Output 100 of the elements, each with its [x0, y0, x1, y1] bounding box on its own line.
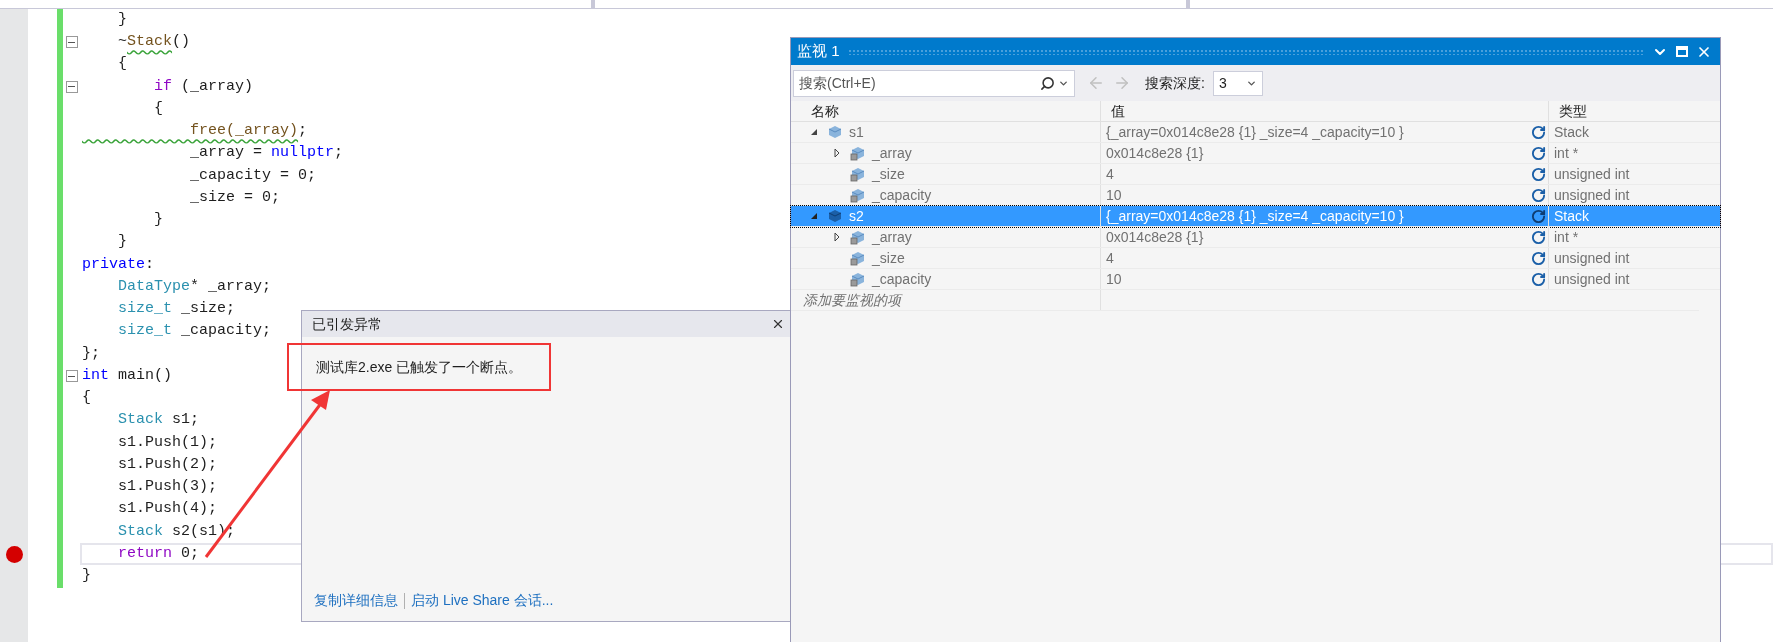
- variable-value: {_array=0x014c8e28 {1} _size=4 _capacity=10 }: [1106, 206, 1404, 226]
- search-icon[interactable]: [1040, 75, 1055, 91]
- code-text: size_t: [117, 299, 172, 320]
- code-text: }: [153, 210, 163, 231]
- watch-row[interactable]: _array 0x014c8e28 {1} int *: [791, 143, 1720, 164]
- close-icon[interactable]: [771, 317, 785, 331]
- variable-value: 10: [1106, 185, 1122, 205]
- collapsed-triangle-icon[interactable]: [833, 233, 841, 241]
- refresh-icon[interactable]: [1531, 250, 1546, 266]
- code-text: :: [145, 254, 155, 275]
- variable-name: _array: [872, 143, 912, 163]
- code-text: _size;: [180, 299, 236, 320]
- code-text: DataType: [117, 276, 191, 297]
- variable-type: unsigned int: [1554, 269, 1630, 289]
- variable-name: _capacity: [872, 185, 932, 205]
- code-text: ;: [298, 121, 308, 142]
- column-header[interactable]: 类型: [1549, 101, 1699, 121]
- column-header[interactable]: 值: [1101, 101, 1549, 121]
- variable-type: unsigned int: [1554, 164, 1630, 184]
- variable-value: 4: [1106, 248, 1114, 268]
- depth-dropdown[interactable]: 3: [1212, 70, 1263, 96]
- locked-cube-icon: [850, 145, 866, 161]
- code-text: s1;: [171, 410, 200, 431]
- code-text: (): [172, 32, 191, 53]
- popup-link[interactable]: 启动 Live Share 会话...: [411, 590, 554, 611]
- code-text: main(): [117, 365, 173, 386]
- code-text: ~: [117, 32, 127, 53]
- cube-icon: [827, 208, 843, 224]
- code-text: size_t: [117, 321, 172, 342]
- code-text: s1.Push(2);: [117, 454, 218, 475]
- refresh-icon[interactable]: [1531, 124, 1546, 140]
- expanded-triangle-icon[interactable]: [810, 128, 818, 136]
- search-depth-label: 搜索深度:: [1145, 73, 1205, 93]
- code-text: s1.Push(4);: [117, 499, 218, 520]
- maximize-icon[interactable]: [1676, 46, 1688, 57]
- variable-name: _size: [872, 164, 905, 184]
- refresh-icon[interactable]: [1531, 187, 1546, 203]
- code-text: {: [153, 98, 163, 119]
- code-keyword: int: [82, 365, 109, 386]
- code-text: ;: [334, 143, 344, 164]
- variable-type: unsigned int: [1554, 248, 1630, 268]
- code-text: 0;: [180, 543, 200, 564]
- code-text: {: [82, 388, 91, 409]
- expanded-triangle-icon[interactable]: [810, 212, 818, 220]
- watch-row[interactable]: _size 4 unsigned int: [791, 164, 1720, 185]
- watch-row[interactable]: _capacity 10 unsigned int: [791, 269, 1720, 290]
- code-keyword: if: [153, 76, 172, 97]
- watch-row[interactable]: s1 {_array=0x014c8e28 {1} _size=4 _capacity=10 } Stack: [791, 122, 1720, 143]
- column-header[interactable]: 名称: [791, 101, 1101, 121]
- variable-name: _array: [872, 227, 912, 247]
- collapsed-triangle-icon[interactable]: [833, 149, 841, 157]
- watch-row[interactable]: _array 0x014c8e28 {1} int *: [791, 227, 1720, 248]
- variable-type: int *: [1554, 227, 1579, 247]
- code-text: }: [82, 566, 91, 587]
- variable-value: {_array=0x014c8e28 {1} _size=4 _capacity=10 }: [1106, 122, 1404, 142]
- variable-type: unsigned int: [1554, 185, 1630, 205]
- variable-name: s1: [849, 122, 864, 142]
- code-text: s1.Push(3);: [117, 477, 218, 498]
- code-text: }: [117, 232, 127, 253]
- refresh-icon[interactable]: [1531, 208, 1546, 224]
- code-text: s1.Push(1);: [117, 432, 218, 453]
- refresh-icon[interactable]: [1531, 229, 1546, 245]
- code-text: Stack: [117, 521, 163, 542]
- watch-row[interactable]: _size 4 unsigned int: [791, 248, 1720, 269]
- code-text: {: [117, 54, 127, 75]
- watch-row[interactable]: s2 {_array=0x014c8e28 {1} _size=4 _capacity=10 } Stack: [791, 206, 1720, 227]
- refresh-icon[interactable]: [1531, 271, 1546, 287]
- code-text: * _array;: [190, 276, 272, 297]
- code-text: (_array): [180, 76, 254, 97]
- variable-value: 10: [1106, 269, 1122, 289]
- code-text: };: [82, 343, 100, 364]
- cube-icon: [827, 124, 843, 140]
- collapse-icon[interactable]: [65, 370, 78, 383]
- locked-cube-icon: [850, 250, 866, 266]
- variable-type: Stack: [1554, 122, 1589, 142]
- code-keyword: return: [117, 543, 172, 564]
- variable-type: int *: [1554, 143, 1579, 163]
- refresh-icon[interactable]: [1531, 145, 1546, 161]
- locked-cube-icon: [850, 187, 866, 203]
- code-text: free(_array): [189, 121, 299, 142]
- code-text: _size = 0;: [189, 187, 281, 208]
- variable-name: s2: [849, 206, 864, 226]
- variable-type: Stack: [1554, 206, 1589, 226]
- locked-cube-icon: [850, 166, 866, 182]
- collapse-icon[interactable]: [65, 80, 78, 93]
- code-text: Stack: [127, 32, 173, 53]
- locked-cube-icon: [850, 271, 866, 287]
- variable-value: 0x014c8e28 {1}: [1106, 227, 1204, 247]
- breakpoint-icon[interactable]: [5, 545, 23, 563]
- collapse-icon[interactable]: [65, 36, 78, 49]
- code-text: Stack: [117, 410, 163, 431]
- exception-message: 测试库2.exe 已触发了一个断点。: [316, 359, 523, 375]
- refresh-icon[interactable]: [1531, 166, 1546, 182]
- code-text: _capacity;: [180, 321, 272, 342]
- window-title: 监视 1: [797, 41, 840, 62]
- variable-name: _size: [872, 248, 905, 268]
- locked-cube-icon: [850, 229, 866, 245]
- search-field[interactable]: 搜索(Ctrl+E): [793, 69, 1075, 97]
- add-watch-placeholder[interactable]: 添加要监视的项: [803, 289, 901, 311]
- popup-link[interactable]: 复制详细信息: [314, 590, 398, 611]
